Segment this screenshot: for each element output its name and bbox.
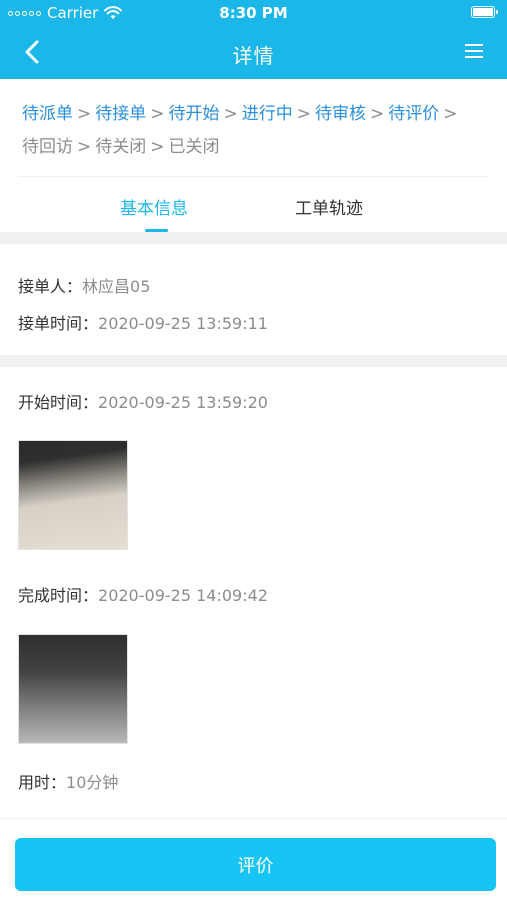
page-title: 详情 — [232, 44, 275, 68]
accept-time-value: 2020-09-25 13:59:11 — [98, 314, 268, 333]
step-item: 待评价 — [388, 104, 440, 124]
bottom-action-bar: 评价 — [0, 818, 507, 900]
step-separator: > — [223, 104, 238, 124]
start-time-label: 开始时间： — [18, 393, 99, 412]
step-item: 待回访 — [22, 137, 73, 157]
step-separator: > — [150, 137, 165, 157]
start-photo[interactable] — [18, 440, 128, 550]
battery-icon — [471, 6, 498, 18]
accept-time-field: 接单时间：2020-09-25 13:59:11 — [18, 310, 268, 334]
step-separator: > — [370, 104, 385, 124]
finish-photo[interactable] — [18, 634, 128, 744]
receiver-field: 接单人：林应昌05 — [18, 273, 150, 297]
tab-order-track[interactable]: 工单轨迹 — [295, 194, 363, 219]
step-item: 待派单 — [22, 104, 73, 124]
step-separator: > — [296, 104, 311, 124]
start-time-value: 2020-09-25 13:59:20 — [98, 393, 268, 412]
step-item: 待审核 — [315, 104, 366, 124]
section-divider — [0, 232, 507, 244]
duration-field: 用时：10分钟 — [18, 769, 118, 793]
tab-bar: 基本信息 工单轨迹 — [0, 186, 507, 232]
finish-time-field: 完成时间：2020-09-25 14:09:42 — [18, 582, 268, 606]
step-item: 待开始 — [168, 104, 220, 124]
duration-label: 用时： — [18, 773, 67, 792]
tab-basic-info[interactable]: 基本信息 — [120, 194, 188, 219]
divider — [18, 176, 489, 177]
step-item: 已关闭 — [168, 137, 220, 157]
step-separator: > — [150, 104, 165, 124]
evaluate-button[interactable]: 评价 — [15, 838, 496, 891]
start-time-field: 开始时间：2020-09-25 13:59:20 — [18, 389, 268, 413]
finish-time-value: 2020-09-25 14:09:42 — [98, 586, 268, 605]
accept-time-label: 接单时间： — [18, 314, 99, 333]
status-time: 8:30 PM — [219, 4, 288, 22]
receiver-label: 接单人： — [18, 277, 83, 296]
step-item: 待关闭 — [95, 137, 147, 157]
section-divider — [0, 355, 507, 367]
step-item: 进行中 — [241, 104, 293, 124]
menu-icon[interactable] — [465, 42, 485, 62]
receiver-value: 林应昌05 — [82, 277, 151, 296]
step-separator: > — [77, 137, 92, 157]
step-separator: > — [77, 104, 92, 124]
app-header: Carrier 8:30 PM 详情 — [0, 0, 507, 79]
step-item: 待接单 — [95, 104, 147, 124]
finish-time-label: 完成时间： — [18, 586, 99, 605]
status-bar: Carrier 8:30 PM — [0, 0, 507, 26]
duration-value: 10分钟 — [66, 773, 119, 792]
status-steps: 待派单 > 待接单 > 待开始 > 进行中 > 待审核 > 待评价 >待回访 > 待关闭 > 已关闭 — [22, 98, 492, 164]
step-separator: > — [443, 104, 458, 124]
